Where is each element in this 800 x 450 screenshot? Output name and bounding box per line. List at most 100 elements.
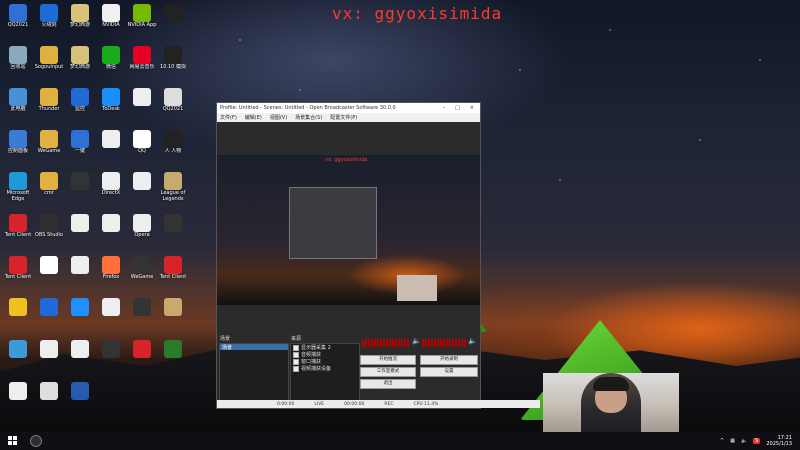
desktop-icon[interactable]: 人 人物 [157,130,189,160]
desktop-icon[interactable]: Tent Client [157,256,189,286]
menu-file[interactable]: 文件(F) [220,114,237,121]
desktop-icon[interactable] [126,340,158,370]
network-icon[interactable]: ▦ [730,438,735,444]
checkbox-icon[interactable] [293,351,299,358]
app-icon [9,172,27,190]
desktop-icon[interactable]: Sogoulnput [33,46,65,76]
desktop-icon[interactable]: QQ2021 [157,88,189,118]
desktop-icon[interactable]: NVIDIA [95,4,127,34]
minimize-icon[interactable]: – [443,105,446,111]
menu-scene-collection[interactable]: 场景集合(S) [295,114,322,121]
desktop-icon[interactable] [157,214,189,244]
obs-window[interactable]: Profile: Untitled - Scenes: Untitled - O… [216,102,540,409]
desktop-icon[interactable] [64,214,96,244]
start-recording-button[interactable]: 开始录制 [420,355,478,365]
desktop-icon[interactable]: Microsoft Edge [2,172,34,202]
desktop-icon[interactable]: Opera [126,214,158,244]
speaker-icon[interactable]: 🔈 [412,337,421,345]
desktop-icon[interactable]: Firefox [95,256,127,286]
scene-item[interactable]: 场景 [220,344,288,351]
windows-start-icon[interactable] [8,436,18,446]
desktop-icon[interactable] [126,88,158,118]
desktop-icon[interactable]: 微信 [95,46,127,76]
desktop-icon[interactable] [64,382,96,412]
desktop-icon[interactable]: 梦幻西游 [64,46,96,76]
desktop-icon[interactable] [33,340,65,370]
desktop-icon-label [33,274,65,286]
desktop-icon[interactable] [33,382,65,412]
source-item[interactable]: 显示器采集 2 [291,344,359,351]
desktop-icon[interactable] [126,298,158,328]
desktop-icon[interactable]: 一键 [64,130,96,160]
desktop-icon[interactable] [157,4,189,34]
desktop-icon[interactable]: ToDesk [95,88,127,118]
start-streaming-button[interactable]: 开始推流 [360,355,416,365]
desktop-icon[interactable]: Tent Client [2,214,34,244]
desktop-icon[interactable]: 10.10 模拟 [157,46,189,76]
checkbox-icon[interactable] [293,358,299,365]
desktop-icon[interactable] [157,340,189,370]
desktop-icon[interactable] [95,340,127,370]
desktop-icon[interactable] [2,382,34,412]
desktop-icon[interactable]: QQ [126,130,158,160]
clock[interactable]: 17:21 2025/1/13 [766,435,792,447]
close-icon[interactable]: × [470,105,474,111]
desktop-icon[interactable] [126,172,158,202]
desktop-icon[interactable] [64,340,96,370]
app-icon [71,298,89,316]
desktop-icon[interactable] [95,130,127,160]
obs-taskbar-icon[interactable] [30,435,42,447]
desktop-icon[interactable]: 火绒剑 [33,4,65,34]
speaker-icon[interactable]: 🔈 [468,337,477,345]
desktop-icon[interactable]: 控制面板 [2,130,34,160]
source-item[interactable]: 窗口捕获 [291,358,359,365]
source-item[interactable]: 视频捕获设备 [291,365,359,372]
desktop-icon[interactable]: cmr [33,172,65,202]
studio-mode-button[interactable]: 工作室模式 [360,367,416,377]
desktop-icon[interactable]: WeGame [126,256,158,286]
desktop-icon[interactable]: 此电脑 [2,88,34,118]
desktop-icon[interactable]: 网易云音乐 [126,46,158,76]
source-item[interactable]: 音频捕获 [291,351,359,358]
desktop-icon[interactable] [33,256,65,286]
chevron-up-icon[interactable]: ^ [720,438,724,444]
exit-button[interactable]: 退出 [360,379,416,389]
desktop-icon[interactable]: 回收站 [2,46,34,76]
desktop-icon[interactable]: League of Legends [157,172,189,202]
ime-icon[interactable]: S [753,438,761,444]
volume-icon[interactable]: 🔈 [741,438,747,444]
audio-meter [422,339,466,347]
menu-view[interactable]: 视图(V) [270,114,287,121]
settings-button[interactable]: 设置 [420,367,478,377]
desktop-icon-label: Tent Client [4,274,32,280]
desktop-icon[interactable]: Thunder [33,88,65,118]
checkbox-icon[interactable] [293,344,299,351]
checkbox-icon[interactable] [293,365,299,372]
desktop-icon[interactable]: DirectX [95,172,127,202]
maximize-icon[interactable]: □ [455,105,460,111]
desktop-icon[interactable]: NVIDIA App [126,4,158,34]
obs-menubar: 文件(F) 编辑(E) 视图(V) 场景集合(S) 配置文件(P) [217,113,480,122]
desktop-icon-label: DirectX [101,190,121,196]
desktop-icon[interactable] [2,340,34,370]
menu-profile[interactable]: 配置文件(P) [330,114,357,121]
desktop-icon[interactable]: QQ2021 [2,4,34,34]
obs-preview[interactable]: vx: ggyoxisimida [217,155,480,305]
desktop-icon[interactable]: 监控 [64,88,96,118]
desktop-icon[interactable]: 梦幻西游 [64,4,96,34]
desktop-icon[interactable] [64,256,96,286]
sources-list[interactable]: 显示器采集 2 音频捕获 窗口捕获 视频捕获设备 [290,343,360,407]
desktop-icon[interactable]: Tent Client [2,256,34,286]
desktop-icon[interactable] [95,298,127,328]
desktop-icon[interactable] [95,214,127,244]
desktop-icon[interactable]: OBS Studio [33,214,65,244]
menu-edit[interactable]: 编辑(E) [245,114,262,121]
desktop-icon[interactable] [64,172,96,202]
desktop-icon[interactable] [2,298,34,328]
desktop-icon[interactable] [33,298,65,328]
scenes-list[interactable]: 场景 [219,343,289,407]
desktop-icon[interactable] [157,298,189,328]
desktop-icon[interactable] [64,298,96,328]
obs-titlebar[interactable]: Profile: Untitled - Scenes: Untitled - O… [217,103,480,113]
desktop-icon[interactable]: WeGame [33,130,65,160]
